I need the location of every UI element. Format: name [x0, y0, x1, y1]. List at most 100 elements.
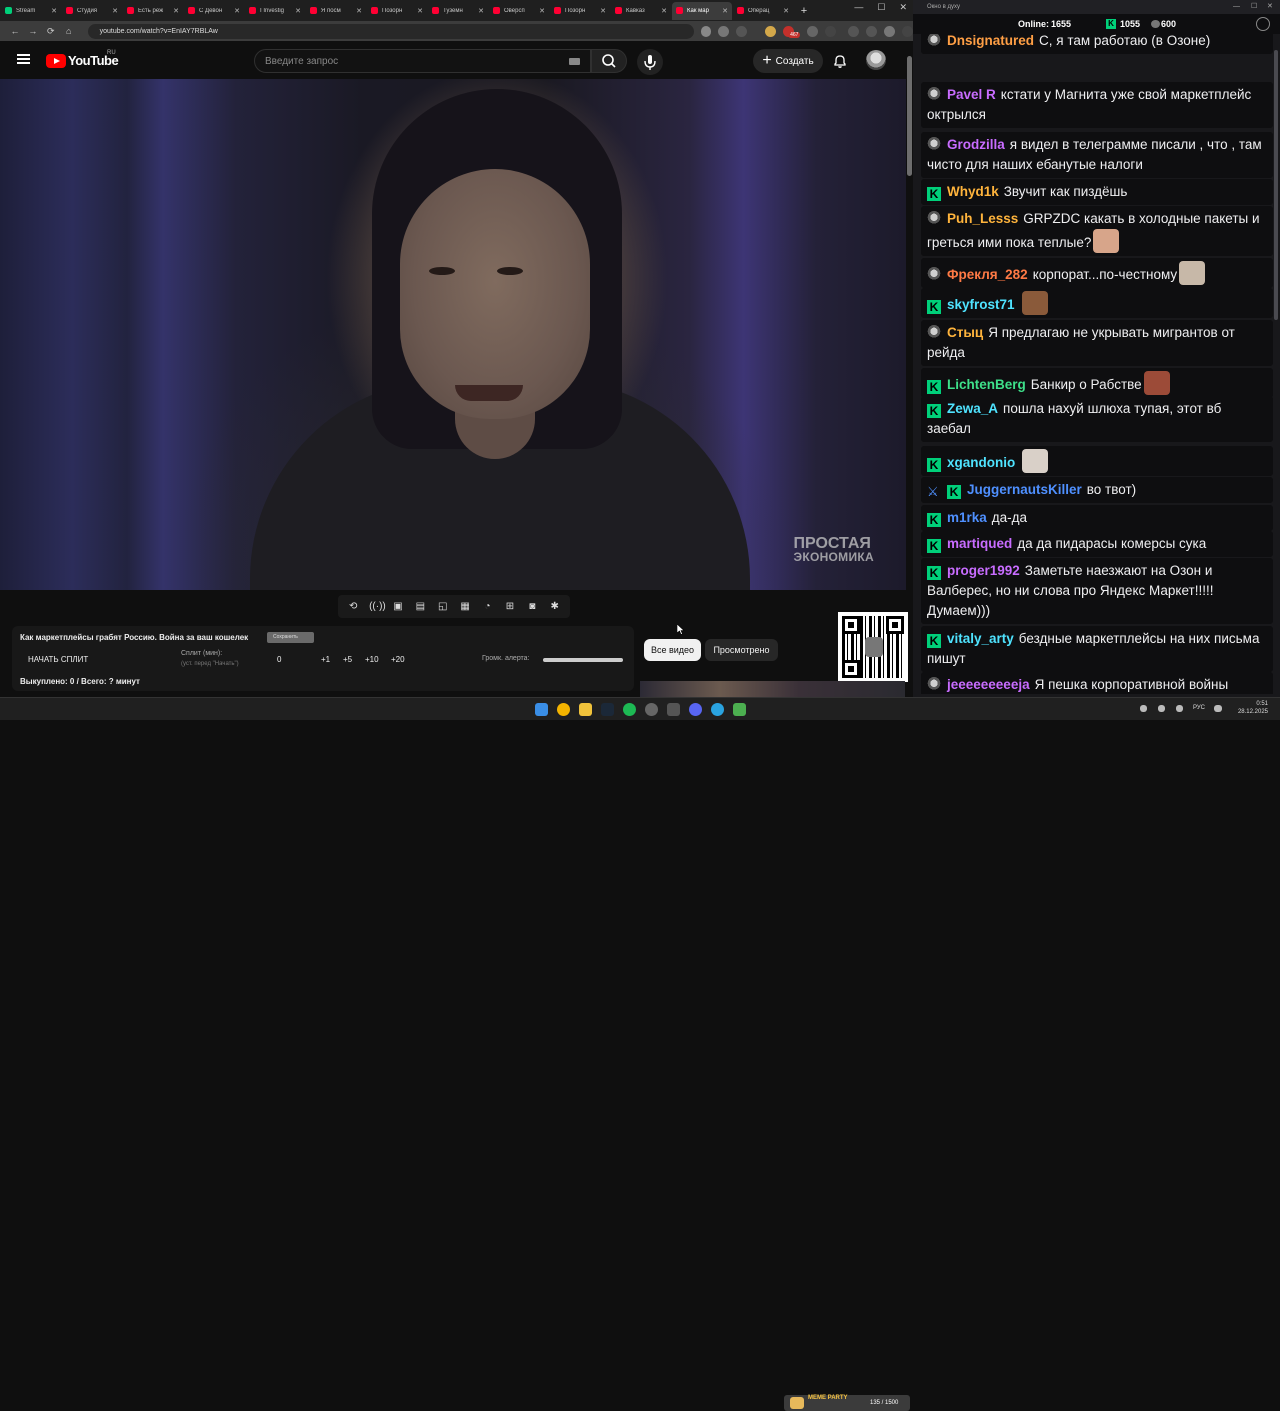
search-button[interactable] — [591, 49, 627, 73]
chat-username[interactable]: Whyd1k — [947, 184, 999, 199]
maximize-icon[interactable]: ☐ — [1251, 0, 1257, 14]
chat-username[interactable]: Pavel R — [947, 87, 996, 102]
split-minutes-value[interactable]: 0 — [277, 655, 281, 664]
chat-username[interactable]: Фрекля_282 — [947, 267, 1028, 282]
chat-settings-icon[interactable] — [1256, 17, 1270, 31]
broadcast-icon[interactable]: ((·)) — [369, 601, 386, 613]
chat-username[interactable]: jeeeeeeeeeja — [947, 677, 1030, 692]
youtube-logo[interactable]: YouTube RU — [46, 50, 119, 68]
start-windows-icon[interactable] — [535, 703, 548, 716]
tab-close-icon[interactable]: ✕ — [478, 7, 484, 15]
save-button[interactable]: Сохранить — [267, 632, 314, 643]
tab-close-icon[interactable]: ✕ — [234, 7, 240, 15]
chat-username[interactable]: Zewa_A — [947, 401, 998, 416]
browser-tab[interactable]: Оверсп ✕ — [489, 2, 549, 20]
search-input[interactable] — [265, 55, 555, 67]
watch-later-icon[interactable]: ▣ — [391, 601, 404, 613]
start-split-button[interactable]: НАЧАТЬ СПЛИТ — [28, 655, 88, 664]
browser-tab[interactable]: Есть реж ✕ — [123, 2, 183, 20]
split-icon[interactable] — [866, 25, 878, 37]
chat-username[interactable]: xgandonio — [947, 455, 1015, 470]
increment-10-button[interactable]: +10 — [365, 655, 379, 664]
maximize-icon[interactable]: ☐ — [877, 2, 885, 13]
browser-tab[interactable]: Позорн ✕ — [550, 2, 610, 20]
back-icon[interactable]: ← — [8, 26, 22, 36]
home-icon[interactable]: ⌂ — [62, 26, 76, 36]
tab-close-icon[interactable]: ✕ — [112, 7, 118, 15]
tab-close-icon[interactable]: ✕ — [600, 7, 606, 15]
meme-party-widget[interactable]: MEME PARTY 135 / 1500 — [784, 1395, 910, 1411]
tab-close-icon[interactable]: ✕ — [783, 7, 789, 15]
filter-all-videos-chip[interactable]: Все видео — [644, 639, 701, 661]
puzzle-icon[interactable] — [807, 25, 819, 37]
chat-username[interactable]: proger1992 — [947, 563, 1020, 578]
tray-arrow-icon[interactable] — [1140, 705, 1147, 712]
browser-tab[interactable]: Студия ✕ — [62, 2, 122, 20]
browser-tab[interactable]: Туземн ✕ — [428, 2, 488, 20]
chat-username[interactable]: Стыц — [947, 325, 983, 340]
add-frame-icon[interactable]: ⊞ — [503, 601, 516, 613]
extension-icon[interactable] — [765, 25, 777, 37]
browser-tab[interactable]: Позорн ✕ — [367, 2, 427, 20]
screenshot-camera-icon[interactable]: ◙ — [526, 601, 539, 613]
settings-gear-icon[interactable]: ✱ — [548, 601, 561, 613]
tab-close-icon[interactable]: ✕ — [661, 7, 667, 15]
install-icon[interactable] — [718, 25, 730, 37]
microphone-icon[interactable] — [1176, 705, 1183, 712]
video-thumbnail-strip[interactable] — [640, 681, 905, 697]
create-button[interactable]: + Создать — [753, 49, 823, 73]
clock[interactable]: 0:51 28.12.2025 — [1238, 700, 1268, 716]
account-avatar[interactable] — [866, 50, 886, 70]
tab-close-icon[interactable]: ✕ — [722, 7, 728, 15]
tab-close-icon[interactable]: ✕ — [417, 7, 423, 15]
browser-tab[interactable]: Я посм ✕ — [306, 2, 366, 20]
close-icon[interactable]: ✕ — [899, 2, 907, 13]
zoom-icon[interactable] — [700, 25, 712, 37]
profile-icon[interactable] — [884, 25, 896, 37]
voice-search-button[interactable] — [637, 49, 663, 75]
clapperboard-icon[interactable]: ▤ — [414, 601, 427, 613]
discord-icon[interactable] — [689, 703, 702, 716]
picture-in-picture-icon[interactable]: ◱ — [436, 601, 449, 613]
close-icon[interactable]: ✕ — [1267, 0, 1273, 14]
increment-20-button[interactable]: +20 — [391, 655, 405, 664]
tab-close-icon[interactable]: ✕ — [295, 7, 301, 15]
chat-username[interactable]: Puh_Lesss — [947, 211, 1018, 226]
hamburger-menu-icon[interactable] — [17, 54, 30, 65]
browser-tab[interactable]: Как мар ✕ — [672, 1, 732, 20]
forward-icon[interactable]: → — [26, 26, 40, 36]
chat-username[interactable]: vitaly_arty — [947, 631, 1014, 646]
browser-tab[interactable]: С Девон ✕ — [184, 2, 244, 20]
new-tab-button[interactable]: + — [797, 4, 811, 18]
chat-username[interactable]: martiqued — [947, 536, 1012, 551]
browser-tab[interactable]: Операц ✕ — [733, 2, 793, 20]
increment-5-button[interactable]: +5 — [343, 655, 352, 664]
obs-icon[interactable] — [645, 703, 658, 716]
keyboard-language[interactable]: РУС — [1193, 705, 1205, 711]
scrollbar-thumb[interactable] — [907, 56, 912, 176]
tab-close-icon[interactable]: ✕ — [539, 7, 545, 15]
reload-icon[interactable]: ⟳ — [44, 26, 58, 37]
loop-icon[interactable]: ⟲ — [347, 601, 360, 613]
minimize-icon[interactable]: — — [1233, 0, 1240, 14]
chat-username[interactable]: m1rka — [947, 510, 987, 525]
video-player[interactable]: ПРОСТАЯ ЭКОНОМИКА — [0, 79, 907, 590]
telegram-icon[interactable] — [711, 703, 724, 716]
keyboard-icon[interactable] — [569, 58, 580, 65]
menu-icon[interactable] — [902, 25, 913, 37]
tab-close-icon[interactable]: ✕ — [173, 7, 179, 15]
chat-scrollbar-thumb[interactable] — [1274, 50, 1278, 320]
chat-username[interactable]: skyfrost71 — [947, 297, 1015, 312]
chat-username[interactable]: JuggernautsKiller — [967, 482, 1082, 497]
alert-volume-slider[interactable] — [543, 658, 623, 662]
app-green-icon[interactable] — [733, 703, 746, 716]
star-icon[interactable] — [736, 25, 748, 37]
spotify-icon[interactable] — [623, 703, 636, 716]
tab-close-icon[interactable]: ✕ — [51, 7, 57, 15]
chat-username[interactable]: LichtenBerg — [947, 377, 1026, 392]
url-field[interactable]: youtube.com/watch?v=EnIAY7RBLAw — [87, 23, 694, 39]
app-icon[interactable] — [667, 703, 680, 716]
chat-username[interactable]: Grodzilla — [947, 137, 1005, 152]
page-scrollbar[interactable] — [906, 41, 913, 697]
download-icon[interactable] — [848, 25, 860, 37]
